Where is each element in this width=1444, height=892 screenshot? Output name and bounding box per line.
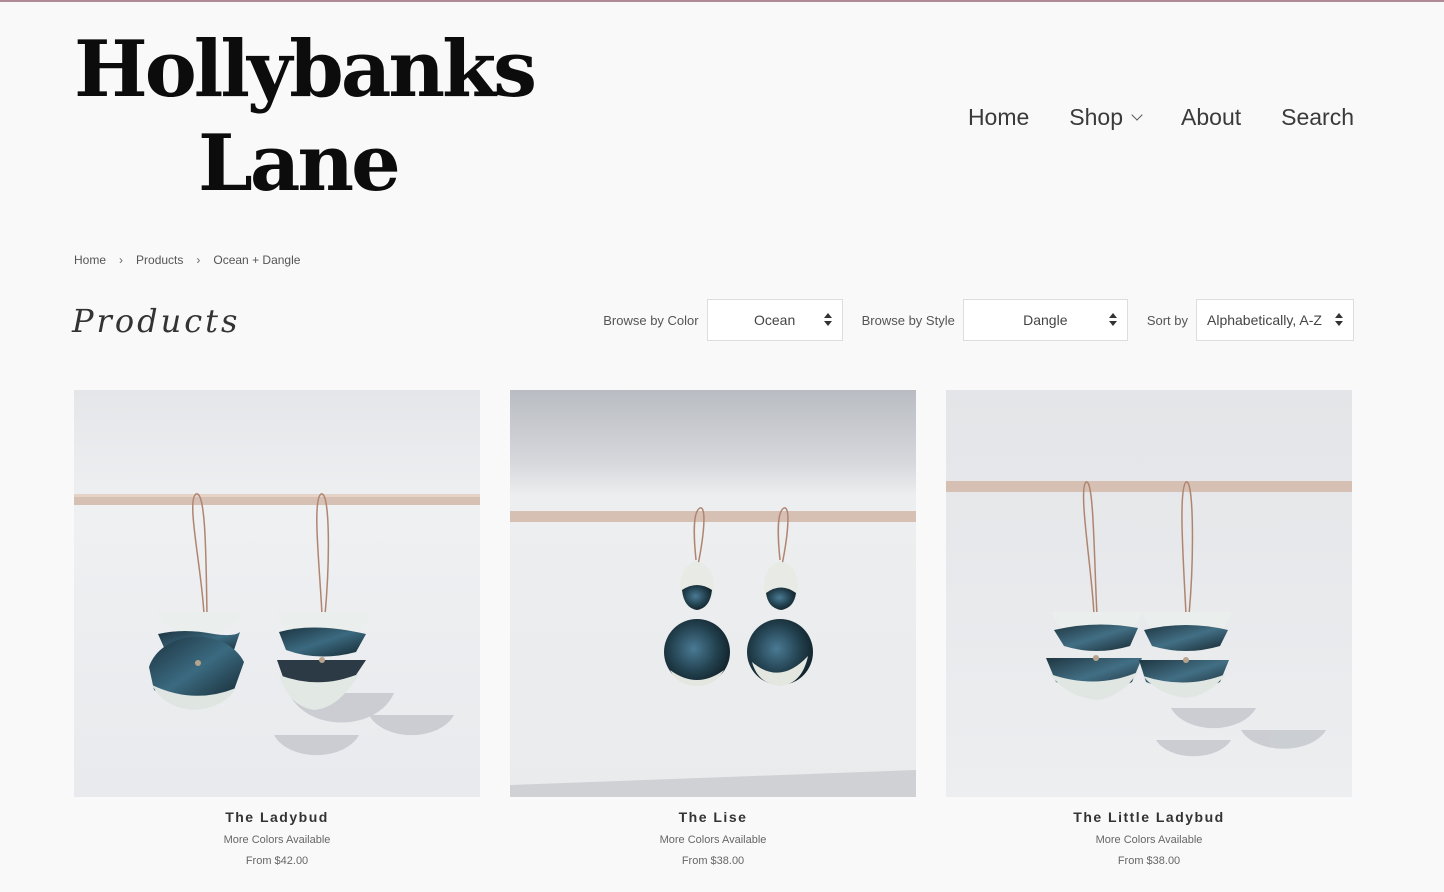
breadcrumb: Home › Products › Ocean + Dangle xyxy=(74,253,300,267)
filter-bar: Browse by Color Ocean Browse by Style Da… xyxy=(603,299,1354,341)
product-price: From $42.00 xyxy=(245,855,309,867)
product-grid: The Ladybud More Colors Available From $… xyxy=(74,390,1352,867)
product-image[interactable] xyxy=(74,390,480,797)
product-image[interactable] xyxy=(946,390,1352,797)
product-name[interactable]: The Little Ladybud xyxy=(946,809,1352,825)
style-filter-label: Browse by Style xyxy=(861,312,955,328)
nav-home[interactable]: Home xyxy=(968,104,1029,131)
sort-value: Alphabetically, A-Z xyxy=(1207,312,1322,328)
select-arrows-icon xyxy=(1108,313,1117,329)
main-nav: Home Shop About Search xyxy=(968,104,1354,131)
page-title: Products xyxy=(72,302,241,340)
top-accent-line xyxy=(0,0,1444,2)
product-card[interactable]: The Little Ladybud More Colors Available… xyxy=(946,390,1352,867)
nav-search[interactable]: Search xyxy=(1281,104,1354,131)
product-image[interactable] xyxy=(510,390,916,797)
product-note: More Colors Available xyxy=(1095,834,1203,846)
logo-text-line1: Hollybanks xyxy=(74,24,537,115)
chevron-down-icon xyxy=(1131,108,1143,121)
earring-photo xyxy=(510,390,916,797)
breadcrumb-home[interactable]: Home xyxy=(74,253,106,267)
product-name[interactable]: The Lise xyxy=(510,809,916,825)
product-note: More Colors Available xyxy=(223,834,331,846)
color-filter-value: Ocean xyxy=(753,312,796,328)
product-card[interactable]: The Ladybud More Colors Available From $… xyxy=(74,390,480,867)
nav-shop[interactable]: Shop xyxy=(1069,104,1143,131)
breadcrumb-current: Ocean + Dangle xyxy=(213,253,301,267)
nav-about[interactable]: About xyxy=(1181,104,1241,131)
product-card[interactable]: The Lise More Colors Available From $38.… xyxy=(510,390,916,867)
product-name[interactable]: The Ladybud xyxy=(74,809,480,825)
sort-label: Sort by xyxy=(1146,312,1188,328)
product-price: From $38.00 xyxy=(1117,855,1181,867)
select-arrows-icon xyxy=(823,313,832,329)
earring-photo xyxy=(946,390,1352,797)
breadcrumb-separator: › xyxy=(119,253,124,267)
breadcrumb-products[interactable]: Products xyxy=(136,253,183,267)
select-arrows-icon xyxy=(1335,313,1343,329)
color-filter-select[interactable]: Ocean xyxy=(706,299,843,341)
product-note: More Colors Available xyxy=(659,834,767,846)
product-price: From $38.00 xyxy=(681,855,745,867)
style-filter-value: Dangle xyxy=(1023,312,1068,328)
earring-photo xyxy=(74,390,480,797)
sort-select[interactable]: Alphabetically, A-Z xyxy=(1196,299,1354,341)
site-logo[interactable]: Hollybanks Lane xyxy=(74,28,537,213)
breadcrumb-separator: › xyxy=(196,253,201,267)
style-filter-select[interactable]: Dangle xyxy=(962,299,1128,341)
color-filter-label: Browse by Color xyxy=(603,312,699,328)
logo-text-line2: Lane xyxy=(198,118,401,209)
nav-shop-label: Shop xyxy=(1069,104,1124,130)
